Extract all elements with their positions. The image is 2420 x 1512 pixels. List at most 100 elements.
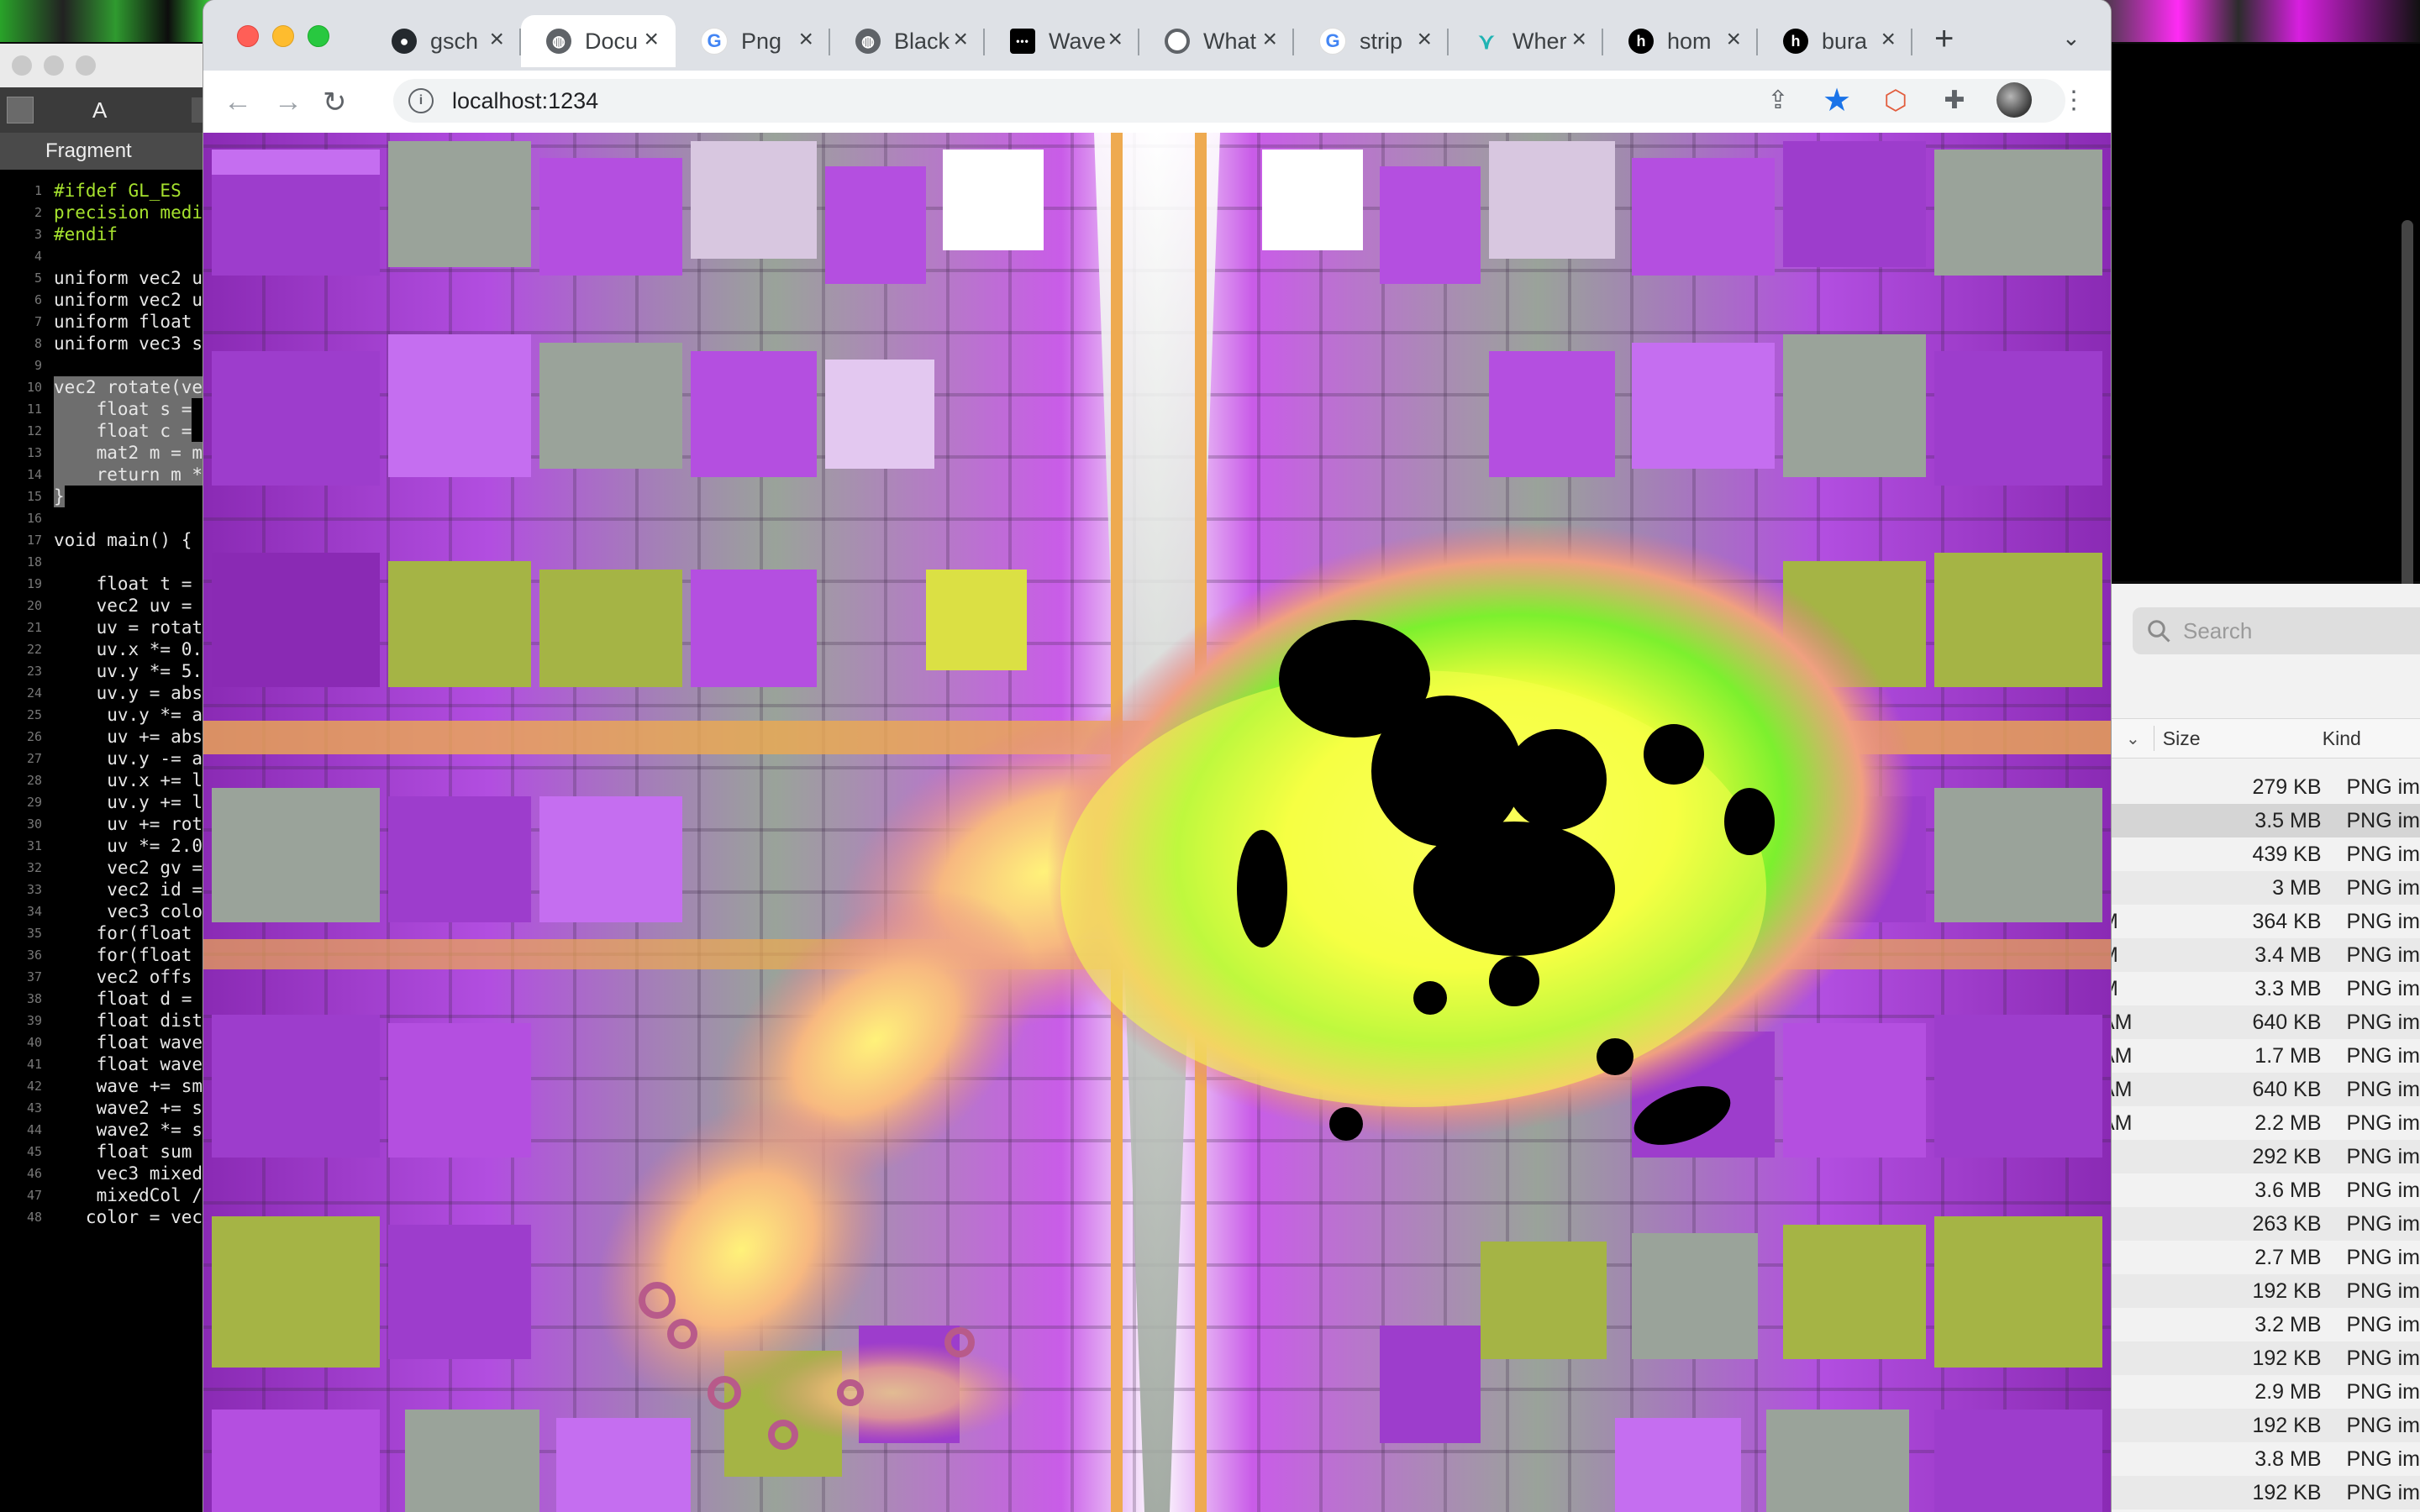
- close-tab-icon[interactable]: ×: [1417, 25, 1432, 54]
- code-line[interactable]: 22 uv.x *= 0.: [0, 638, 218, 660]
- tab-9[interactable]: h hom ×: [1603, 15, 1758, 67]
- code-line[interactable]: 20 vec2 uv =: [0, 595, 218, 617]
- file-row[interactable]: 192 KB PNG im: [2101, 1409, 2420, 1442]
- extension-shield-icon[interactable]: ⬡: [1879, 83, 1912, 117]
- code-line[interactable]: 16: [0, 507, 218, 529]
- code-line[interactable]: 12 float c =: [0, 420, 218, 442]
- code-line[interactable]: 25 uv.y *= a: [0, 704, 218, 726]
- code-line[interactable]: 14 return m *: [0, 464, 218, 486]
- code-line[interactable]: 28 uv.x += l: [0, 769, 218, 791]
- tab-10[interactable]: h bura ×: [1758, 15, 1912, 67]
- new-tab-plus-icon[interactable]: +: [1934, 20, 1954, 58]
- close-tab-icon[interactable]: ×: [1571, 25, 1586, 54]
- code-line[interactable]: 38 float d =: [0, 988, 218, 1010]
- code-line[interactable]: 15}: [0, 486, 218, 507]
- search-field[interactable]: Search: [2133, 607, 2420, 654]
- code-line[interactable]: 48 color = vec: [0, 1206, 218, 1228]
- code-line[interactable]: 44 wave2 *= s: [0, 1119, 218, 1141]
- tab-8[interactable]: ⋎ Wher ×: [1449, 15, 1603, 67]
- code-line[interactable]: 43 wave2 += s: [0, 1097, 218, 1119]
- bookmark-star-icon[interactable]: ★: [1820, 83, 1854, 118]
- code-line[interactable]: 37 vec2 offs: [0, 966, 218, 988]
- file-row[interactable]: 3 MB PNG im: [2101, 871, 2420, 905]
- file-row[interactable]: 263 KB PNG im: [2101, 1207, 2420, 1241]
- close-tab-icon[interactable]: ×: [953, 25, 968, 54]
- tab-4[interactable]: ◍ Black ×: [830, 15, 985, 67]
- url-text[interactable]: localhost:1234: [452, 88, 598, 114]
- code-line[interactable]: 23 uv.y *= 5.: [0, 660, 218, 682]
- code-line[interactable]: 47 mixedCol /: [0, 1184, 218, 1206]
- code-line[interactable]: 29 uv.y += l: [0, 791, 218, 813]
- tab-1[interactable]: ● gsch ×: [366, 15, 521, 67]
- close-tab-icon[interactable]: ×: [644, 25, 659, 54]
- code-line[interactable]: 19 float t =: [0, 573, 218, 595]
- code-line[interactable]: 6 uniform vec2 u: [0, 289, 218, 311]
- file-row[interactable]: 439 KB PNG im: [2101, 837, 2420, 871]
- code-line[interactable]: 8 uniform vec3 s: [0, 333, 218, 354]
- code-line[interactable]: 31 uv *= 2.0: [0, 835, 218, 857]
- shader-canvas[interactable]: [203, 133, 2111, 1512]
- file-row[interactable]: 3.6 MB PNG im: [2101, 1173, 2420, 1207]
- more-menu-icon[interactable]: ⋮: [2057, 83, 2091, 117]
- code-line[interactable]: 27 uv.y -= a: [0, 748, 218, 769]
- sort-chevron-down-icon[interactable]: ⌄: [2126, 728, 2140, 749]
- file-row[interactable]: M3.4 MBPNG im: [2101, 938, 2420, 972]
- code-line[interactable]: 4: [0, 245, 218, 267]
- close-tab-icon[interactable]: ×: [798, 25, 813, 54]
- file-row[interactable]: AM 640 KB PNG im: [2101, 1005, 2420, 1039]
- code-line[interactable]: 3 #endif: [0, 223, 218, 245]
- extensions-puzzle-icon[interactable]: ✚: [1938, 83, 1971, 117]
- tab-search-chevron-icon[interactable]: ⌄: [2062, 25, 2081, 51]
- share-icon[interactable]: ⇪: [1761, 83, 1795, 117]
- scrollbar[interactable]: [2402, 220, 2413, 623]
- code-line[interactable]: 30 uv += rot: [0, 813, 218, 835]
- editor-minimize-button[interactable]: [44, 55, 64, 76]
- code-line[interactable]: 18: [0, 551, 218, 573]
- file-row[interactable]: M364 KBPNG im: [2101, 905, 2420, 938]
- code-line[interactable]: 13 mat2 m = m: [0, 442, 218, 464]
- code-line[interactable]: 24 uv.y = abs: [0, 682, 218, 704]
- code-line[interactable]: 1 #ifdef GL_ES: [0, 180, 218, 202]
- close-tab-icon[interactable]: ×: [1726, 25, 1741, 54]
- editor-zoom-button[interactable]: [76, 55, 96, 76]
- code-line[interactable]: 46 vec3 mixed: [0, 1163, 218, 1184]
- code-line[interactable]: 36 for(float: [0, 944, 218, 966]
- code-line[interactable]: 26 uv += abs: [0, 726, 218, 748]
- code-area[interactable]: 1 #ifdef GL_ES 2 precision medi 3 #endif 4 5 uni…: [0, 170, 218, 1228]
- column-kind[interactable]: Kind: [2323, 727, 2361, 750]
- file-row[interactable]: 192 KB PNG im: [2101, 1274, 2420, 1308]
- zoom-window-button[interactable]: [308, 25, 329, 47]
- file-row[interactable]: 192 KB PNG im: [2101, 1341, 2420, 1375]
- close-tab-icon[interactable]: ×: [1262, 25, 1277, 54]
- file-row[interactable]: 3.5 MB PNG im: [2101, 804, 2420, 837]
- code-line[interactable]: 10 vec2 rotate(ve: [0, 376, 218, 398]
- file-row[interactable]: 2.7 MB PNG im: [2101, 1241, 2420, 1274]
- code-line[interactable]: 34 vec3 colo: [0, 900, 218, 922]
- site-info-icon[interactable]: i: [408, 88, 434, 113]
- code-line[interactable]: 9: [0, 354, 218, 376]
- code-line[interactable]: 2 precision medi: [0, 202, 218, 223]
- file-row[interactable]: 279 KB PNG im: [2101, 770, 2420, 804]
- editor-toolbar-square-icon[interactable]: [7, 97, 34, 123]
- editor-close-button[interactable]: [12, 55, 32, 76]
- tab-2[interactable]: ◍ Docu ×: [521, 15, 676, 67]
- reload-icon[interactable]: ↻: [323, 86, 347, 119]
- code-line[interactable]: 7 uniform float: [0, 311, 218, 333]
- close-tab-icon[interactable]: ×: [1881, 25, 1896, 54]
- code-line[interactable]: 42 wave += sm: [0, 1075, 218, 1097]
- file-row[interactable]: AM 1.7 MB PNG im: [2101, 1039, 2420, 1073]
- close-tab-icon[interactable]: ×: [1107, 25, 1123, 54]
- code-line[interactable]: 32 vec2 gv =: [0, 857, 218, 879]
- close-window-button[interactable]: [237, 25, 259, 47]
- column-size[interactable]: Size: [2163, 727, 2323, 750]
- file-row[interactable]: 2.9 MB PNG im: [2101, 1375, 2420, 1409]
- file-row[interactable]: 192 KB PNG im: [2101, 1476, 2420, 1509]
- minimize-window-button[interactable]: [272, 25, 294, 47]
- file-row[interactable]: AM 2.2 MB PNG im: [2101, 1106, 2420, 1140]
- code-line[interactable]: 17 void main() {: [0, 529, 218, 551]
- code-line[interactable]: 40 float wave: [0, 1032, 218, 1053]
- code-line[interactable]: 45 float sum: [0, 1141, 218, 1163]
- code-line[interactable]: 5 uniform vec2 u: [0, 267, 218, 289]
- code-line[interactable]: 21 uv = rotat: [0, 617, 218, 638]
- code-line[interactable]: 41 float wave: [0, 1053, 218, 1075]
